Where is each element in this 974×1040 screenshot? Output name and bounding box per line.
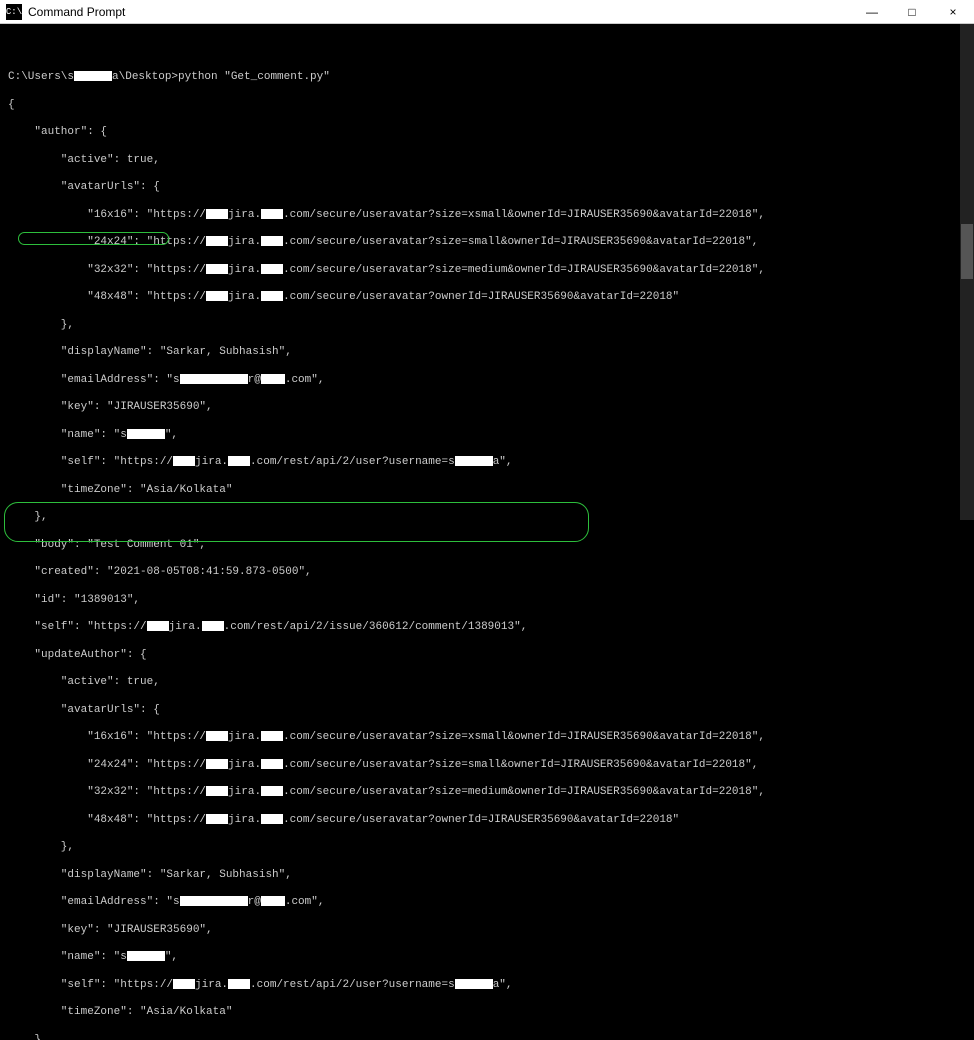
author-key: "author": { bbox=[8, 126, 966, 140]
id-line: "id": "1389013", bbox=[8, 594, 966, 608]
minimize-button[interactable]: — bbox=[852, 0, 892, 23]
window-controls: — □ × bbox=[852, 0, 974, 23]
maximize-button[interactable]: □ bbox=[892, 0, 932, 23]
upd-active: "active": true, bbox=[8, 676, 966, 690]
json-open: { bbox=[8, 99, 966, 113]
window-title: Command Prompt bbox=[28, 5, 852, 19]
created-line: "created": "2021-08-05T08:41:59.873-0500… bbox=[8, 566, 966, 580]
upd-name-line: "name": "s", bbox=[8, 951, 966, 965]
prompt-line: C:\Users\sa\Desktop>python "Get_comment.… bbox=[8, 71, 966, 85]
scrollbar[interactable] bbox=[960, 24, 974, 520]
name-line: "name": "s", bbox=[8, 429, 966, 443]
upd-tz-line: "timeZone": "Asia/Kolkata" bbox=[8, 1006, 966, 1020]
body-line: "body": "Test Comment 01", bbox=[8, 539, 966, 553]
avatar-24: "24x24": "https://jira..com/secure/usera… bbox=[8, 236, 966, 250]
author-close: }, bbox=[8, 511, 966, 525]
titlebar: C:\ Command Prompt — □ × bbox=[0, 0, 974, 24]
upd-avatar-32: "32x32": "https://jira..com/secure/usera… bbox=[8, 786, 966, 800]
upd-avatar-open: "avatarUrls": { bbox=[8, 704, 966, 718]
upd-close: }, bbox=[8, 1034, 966, 1040]
upd-email-line: "emailAddress": "sr@.com", bbox=[8, 896, 966, 910]
key-line: "key": "JIRAUSER35690", bbox=[8, 401, 966, 415]
avatar-32: "32x32": "https://jira..com/secure/usera… bbox=[8, 264, 966, 278]
upd-self-line: "self": "https://jira..com/rest/api/2/us… bbox=[8, 979, 966, 993]
self-line: "self": "https://jira..com/rest/api/2/us… bbox=[8, 456, 966, 470]
tz-line: "timeZone": "Asia/Kolkata" bbox=[8, 484, 966, 498]
self2-line: "self": "https://jira..com/rest/api/2/is… bbox=[8, 621, 966, 635]
avatar-16: "16x16": "https://jira..com/secure/usera… bbox=[8, 209, 966, 223]
upd-avatar-16: "16x16": "https://jira..com/secure/usera… bbox=[8, 731, 966, 745]
cmd-icon: C:\ bbox=[6, 4, 22, 20]
upd-key-line: "key": "JIRAUSER35690", bbox=[8, 924, 966, 938]
upd-author-key: "updateAuthor": { bbox=[8, 649, 966, 663]
blank-line bbox=[8, 44, 966, 58]
close-button[interactable]: × bbox=[932, 0, 974, 23]
email-line: "emailAddress": "sr@.com", bbox=[8, 374, 966, 388]
avatar-open: "avatarUrls": { bbox=[8, 181, 966, 195]
display-name: "displayName": "Sarkar, Subhasish", bbox=[8, 346, 966, 360]
scrollbar-thumb[interactable] bbox=[961, 224, 973, 279]
avatar-close: }, bbox=[8, 319, 966, 333]
upd-display-name: "displayName": "Sarkar, Subhasish", bbox=[8, 869, 966, 883]
active-line: "active": true, bbox=[8, 154, 966, 168]
avatar-48: "48x48": "https://jira..com/secure/usera… bbox=[8, 291, 966, 305]
upd-avatar-24: "24x24": "https://jira..com/secure/usera… bbox=[8, 759, 966, 773]
upd-avatar-close: }, bbox=[8, 841, 966, 855]
terminal-output: C:\Users\sa\Desktop>python "Get_comment.… bbox=[0, 24, 974, 1040]
upd-avatar-48: "48x48": "https://jira..com/secure/usera… bbox=[8, 814, 966, 828]
